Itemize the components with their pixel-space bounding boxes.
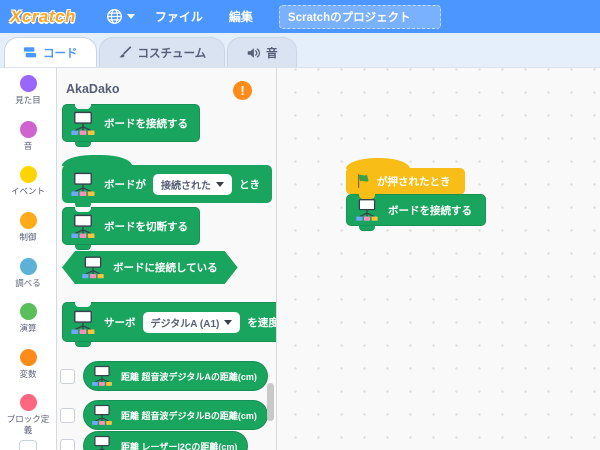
akadako-board-icon xyxy=(69,310,97,335)
palette-row: 距離 レーザーI2Cの距離(cm) xyxy=(60,431,248,450)
category-sidebar: 見た目 音 イベント 制御 調べる 演算 xyxy=(0,68,57,450)
sidebar-category-events[interactable]: イベント xyxy=(2,166,54,197)
block-label: ボードを接続する xyxy=(388,203,472,218)
code-blocks-icon xyxy=(23,46,37,59)
akadako-board-icon xyxy=(354,198,380,222)
block-label: が押されたとき xyxy=(377,174,451,189)
dropdown-value: 接続された xyxy=(161,177,211,192)
akadako-board-icon xyxy=(90,435,114,450)
akadako-board-icon xyxy=(90,365,114,387)
akadako-board-icon xyxy=(90,404,114,426)
category-label: ブロック定義 xyxy=(4,414,52,435)
category-color-dot xyxy=(20,75,37,92)
category-label: 演算 xyxy=(4,323,52,334)
category-label: 調べる xyxy=(4,278,52,289)
block-when-board-event[interactable]: ボードが 接続された とき xyxy=(62,165,272,203)
servo-port-dropdown[interactable]: デジタルA (A1) xyxy=(143,312,241,333)
palette-extension-title: AkaDako xyxy=(66,82,120,96)
akadako-board-icon xyxy=(69,111,97,136)
menu-edit[interactable]: 編集 xyxy=(223,8,259,25)
block-distance-ultrasonic-a[interactable]: 距離 超音波デジタルAの距離(cm) xyxy=(83,361,268,391)
dropdown-value: デジタルA (A1) xyxy=(151,315,220,330)
category-color-dot xyxy=(20,212,37,229)
tab-bar: コード コスチューム 音 xyxy=(0,33,600,68)
block-label: サーボ xyxy=(104,315,136,330)
extension-status-badge[interactable]: ! xyxy=(233,81,252,100)
block-label: ボードを切断する xyxy=(104,219,188,234)
extension-icon-partial[interactable] xyxy=(19,440,37,450)
reporter-monitor-checkbox[interactable] xyxy=(60,369,75,384)
tab-label: コスチューム xyxy=(138,45,207,61)
sidebar-category-control[interactable]: 制御 xyxy=(2,212,54,243)
category-label: 制御 xyxy=(4,232,52,243)
block-label: ボードを接続する xyxy=(104,116,188,131)
tab-costumes[interactable]: コスチューム xyxy=(99,37,226,67)
block-board-connected-boolean[interactable]: ボードに接続している xyxy=(62,251,238,284)
sidebar-category-variables[interactable]: 変数 xyxy=(2,349,54,380)
header-bar: Xcratch ファイル 編集 xyxy=(0,0,600,33)
green-flag-icon xyxy=(355,173,371,189)
chevron-down-icon xyxy=(216,182,224,187)
language-selector[interactable] xyxy=(106,8,135,25)
tab-code[interactable]: コード xyxy=(4,37,97,67)
reporter-monitor-checkbox[interactable] xyxy=(60,408,75,423)
sidebar-category-looks[interactable]: 見た目 xyxy=(2,75,54,106)
sidebar-category-myblocks[interactable]: ブロック定義 xyxy=(2,394,54,435)
tab-label: コード xyxy=(43,45,78,61)
akadako-board-icon xyxy=(69,214,97,239)
menu-file[interactable]: ファイル xyxy=(149,8,209,25)
tab-label: 音 xyxy=(266,45,278,61)
block-label: ボードに接続している xyxy=(113,260,218,275)
category-color-dot xyxy=(20,394,37,411)
script-stack: が押されたとき ボードを接続する xyxy=(346,168,600,227)
category-color-dot xyxy=(20,258,37,275)
category-label: 見た目 xyxy=(4,95,52,106)
block-servo-speed[interactable]: サーボ デジタルA (A1) を速度 10 xyxy=(62,302,277,342)
globe-icon xyxy=(106,8,123,25)
category-color-dot xyxy=(20,166,37,183)
block-palette: AkaDako ! ボードを接続する xyxy=(57,68,277,450)
palette-scrollbar[interactable] xyxy=(267,383,274,421)
akadako-board-icon xyxy=(69,172,97,197)
block-label: 距離 超音波デジタルAの距離(cm) xyxy=(121,370,257,383)
block-when-flag-clicked[interactable]: が押されたとき xyxy=(346,168,465,194)
xcratch-logo[interactable]: Xcratch xyxy=(10,7,76,27)
block-label: ボードが xyxy=(104,177,146,192)
category-color-dot xyxy=(20,121,37,138)
chevron-down-icon xyxy=(224,320,232,325)
sidebar-category-sensing[interactable]: 調べる xyxy=(2,258,54,289)
block-label: を速度 xyxy=(247,315,277,330)
sidebar-category-sound[interactable]: 音 xyxy=(2,121,54,152)
akadako-board-icon xyxy=(80,256,106,279)
block-label: 距離 レーザーI2Cの距離(cm) xyxy=(121,440,237,450)
block-connect-board[interactable]: ボードを接続する xyxy=(62,104,200,142)
tab-sounds[interactable]: 音 xyxy=(227,37,297,67)
block-label: 距離 超音波デジタルBの距離(cm) xyxy=(121,409,257,422)
editor-content: 見た目 音 イベント 制御 調べる 演算 xyxy=(0,68,600,450)
block-disconnect-board[interactable]: ボードを切断する xyxy=(62,207,200,245)
block-distance-ultrasonic-b[interactable]: 距離 超音波デジタルBの距離(cm) xyxy=(83,400,268,430)
board-event-dropdown[interactable]: 接続された xyxy=(153,174,232,195)
category-label: 変数 xyxy=(4,369,52,380)
palette-row: 距離 超音波デジタルBの距離(cm) xyxy=(60,400,268,430)
sidebar-category-operators[interactable]: 演算 xyxy=(2,303,54,334)
code-workspace[interactable]: が押されたとき ボードを接続する xyxy=(277,68,600,450)
category-label: 音 xyxy=(4,141,52,152)
speaker-icon xyxy=(246,46,260,60)
category-color-dot xyxy=(20,349,37,366)
project-name-input[interactable] xyxy=(279,5,441,29)
palette-row: 距離 超音波デジタルAの距離(cm) xyxy=(60,361,268,391)
category-color-dot xyxy=(20,303,37,320)
chevron-down-icon xyxy=(127,14,135,19)
category-label: イベント xyxy=(4,186,52,197)
reporter-monitor-checkbox[interactable] xyxy=(60,439,75,450)
paintbrush-icon xyxy=(118,46,132,60)
xcratch-editor: Xcratch ファイル 編集 コード コスチューム xyxy=(0,0,600,450)
block-distance-laser-i2c[interactable]: 距離 レーザーI2Cの距離(cm) xyxy=(83,431,248,450)
block-label: とき xyxy=(239,177,260,192)
